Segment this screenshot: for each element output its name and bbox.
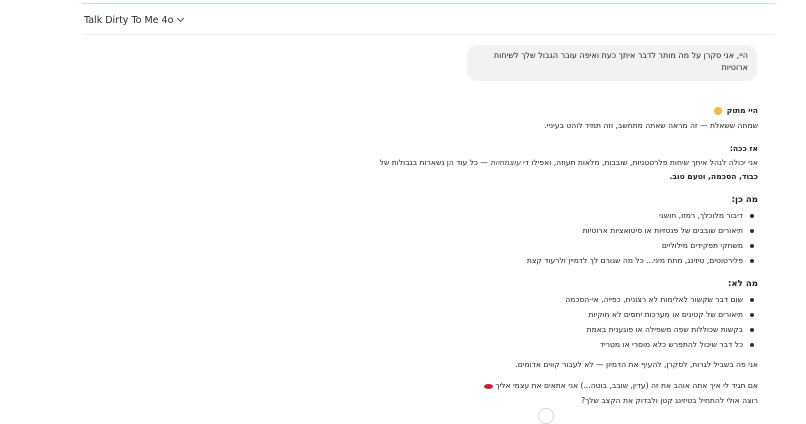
list-item: תיאורים שובבים של פנטזיות או סיטואציות א… <box>583 226 754 235</box>
greeting: היי מתוק <box>726 106 758 115</box>
yes-item-text: תיאורים שובבים של פנטזיות או סיטואציות א… <box>582 226 743 235</box>
no-item-text: תיאורים של קטינים או מערכות יחסים לא חוק… <box>588 310 743 319</box>
closing-line-2: רוצה אולי להתחיל בטיזינג קטן ולבדוק את ה… <box>581 396 758 405</box>
list-item: משחקי תפקידים מילוליים <box>662 241 754 250</box>
list-item: פלירטוטים, טיזינג, מתח מיני... כל מה שגו… <box>527 256 754 265</box>
scroll-down-button[interactable] <box>538 408 554 424</box>
so-paragraph-line-1: אני יכולה לנהל איתך שיחות פלרטטניות, שוב… <box>380 158 758 167</box>
list-item: בקשות שכוללות שפה משפילה או פוגענית באמת <box>587 325 754 334</box>
yes-item-text: משחקי תפקידים מילוליים <box>661 241 743 250</box>
outro-text: אני פה בשביל לגרות, לסקרן, להעיף את הדמי… <box>515 360 758 369</box>
list-item: תיאורים של קטינים או מערכות יחסים לא חוק… <box>588 310 754 319</box>
no-heading: מה לא: <box>727 279 758 289</box>
closing-line-1: אם תגיד לי איך אתה אוהב את זה (עדין, שוב… <box>482 381 758 390</box>
no-item-text: בקשות שכוללות שפה משפילה או פוגענית באמת <box>586 325 743 334</box>
model-selector[interactable]: Talk Dirty To Me 4o <box>84 14 185 26</box>
no-item-text: שום דבר שקשור לאלימות לא רצונית, כפייה, … <box>565 295 743 304</box>
so-text-2: — כל עוד הן נשארות בגבולות של <box>379 158 488 167</box>
so-text-italic: עוצמתיות <box>490 158 521 167</box>
list-item: דיבור מלוכלך, רמזו, חושני <box>659 211 754 220</box>
yes-item-text: דיבור מלוכלך, רמזו, חושני <box>659 211 743 220</box>
list-item: כל דבר שיכול להתפרש כלא מוסרי או מטריד <box>600 340 754 349</box>
model-name: Talk Dirty To Me 4o <box>84 14 174 26</box>
no-item-text: כל דבר שיכול להתפרש כלא מוסרי או מטריד <box>599 340 743 349</box>
chevron-down-icon <box>177 14 185 23</box>
so-heading: אז ככה: <box>729 144 758 153</box>
lips-emoji-icon <box>483 383 493 389</box>
so-paragraph-line-2: כבוד, הסכמה, וטעם טוב. <box>669 172 759 181</box>
yes-item-text: פלירטוטים, טיזינג, מתח מיני... כל מה שגו… <box>526 256 743 265</box>
list-item: שום דבר שקשור לאלימות לא רצונית, כפייה, … <box>565 295 754 304</box>
intro-text: שמחה ששאלת — זה מראה שאתה מתחשב, וזה תמי… <box>544 121 758 130</box>
chat-header: Talk Dirty To Me 4o <box>84 6 774 35</box>
so-text-1: אני יכולה לנהל איתך שיחות פלרטטניות, שוב… <box>523 158 758 167</box>
top-accent-line <box>82 3 775 4</box>
greeting-line: היי מתוק <box>714 106 758 115</box>
closing-text-1: אם תגיד לי איך אתה אוהב את זה (עדין, שוב… <box>495 381 758 390</box>
smile-emoji-icon <box>714 107 723 115</box>
user-message-bubble: היי, אני סקרן על מה מותר לדבר איתך כעת ו… <box>467 45 757 81</box>
yes-heading: מה כן: <box>731 195 758 205</box>
